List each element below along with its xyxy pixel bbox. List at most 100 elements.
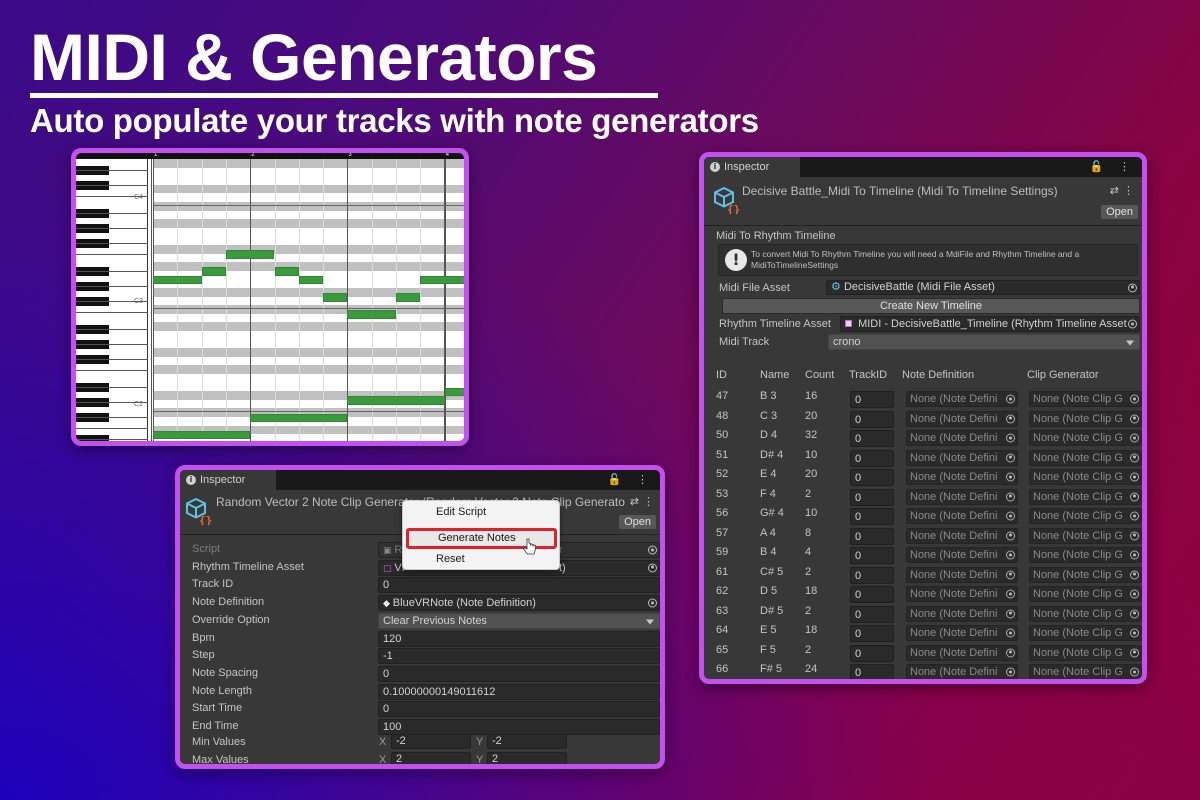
- midi-note[interactable]: [298, 275, 324, 285]
- object-picker-icon[interactable]: [1130, 453, 1139, 462]
- track-id-input[interactable]: 0: [850, 664, 894, 679]
- midi-note[interactable]: [153, 275, 202, 285]
- object-picker-icon[interactable]: [1128, 319, 1137, 329]
- midi-note[interactable]: [444, 387, 464, 397]
- object-picker-icon[interactable]: [1130, 433, 1139, 443]
- clip-generator-field[interactable]: None (Note Clip G: [1029, 508, 1142, 524]
- preset-and-menu-icons[interactable]: ⇄⋮: [630, 495, 658, 508]
- object-picker-icon[interactable]: [1130, 414, 1139, 423]
- note-length-input[interactable]: 0.10000000149011612: [378, 683, 660, 700]
- midi-note[interactable]: [225, 250, 275, 259]
- clip-generator-field[interactable]: None (Note Clip G: [1029, 410, 1142, 427]
- object-picker-icon[interactable]: [1006, 609, 1015, 618]
- track-id-input[interactable]: 0: [850, 586, 894, 603]
- end-time-input[interactable]: 100: [378, 719, 660, 735]
- clip-generator-field[interactable]: None (Note Clip G: [1029, 527, 1142, 544]
- object-picker-icon[interactable]: [1006, 628, 1015, 638]
- midi-note[interactable]: [201, 267, 226, 276]
- object-picker-icon[interactable]: [1130, 628, 1139, 638]
- object-picker-icon[interactable]: [1130, 531, 1139, 540]
- object-picker-icon[interactable]: [1006, 648, 1015, 657]
- midi-track-dropdown[interactable]: crono: [828, 334, 1140, 350]
- object-picker-icon[interactable]: [1006, 589, 1015, 599]
- preset-and-menu-icons[interactable]: ⇄⋮: [1110, 184, 1138, 197]
- track-id-input[interactable]: 0: [850, 410, 894, 428]
- object-picker-icon[interactable]: [1006, 667, 1015, 677]
- object-picker-icon[interactable]: [1130, 511, 1139, 521]
- min-x-input[interactable]: -2: [391, 734, 471, 749]
- object-picker-icon[interactable]: [648, 563, 657, 573]
- track-id-input[interactable]: 0: [850, 469, 894, 486]
- midi-note[interactable]: [274, 267, 299, 276]
- clip-generator-field[interactable]: None (Note Clip G: [1029, 391, 1142, 407]
- override-option-dropdown[interactable]: Clear Previous Notes: [378, 612, 660, 629]
- midi-note[interactable]: [323, 293, 348, 302]
- clip-generator-field[interactable]: None (Note Clip G: [1029, 488, 1142, 505]
- menu-item-edit-script[interactable]: Edit Script: [403, 502, 559, 522]
- open-button[interactable]: Open: [619, 515, 656, 529]
- note-definition-field[interactable]: None (Note Defini: [906, 391, 1018, 407]
- clip-generator-field[interactable]: None (Note Clip G: [1029, 644, 1142, 661]
- note-definition-field[interactable]: None (Note Defini: [906, 430, 1018, 446]
- object-picker-icon[interactable]: [648, 545, 657, 555]
- object-picker-icon[interactable]: [1130, 550, 1139, 560]
- note-definition-field[interactable]: None (Note Defini: [906, 547, 1018, 563]
- object-picker-icon[interactable]: [648, 598, 657, 608]
- object-picker-icon[interactable]: [1130, 648, 1139, 657]
- note-definition-field[interactable]: None (Note Defini: [906, 586, 1018, 602]
- note-definition-field[interactable]: None (Note Defini: [906, 566, 1018, 583]
- track-id-input[interactable]: 0: [850, 508, 894, 525]
- object-picker-icon[interactable]: [1130, 394, 1139, 404]
- track-id-input[interactable]: 0: [850, 566, 894, 584]
- note-definition-field[interactable]: None (Note Defini: [906, 625, 1018, 641]
- note-definition-field[interactable]: None (Note Defini: [906, 644, 1018, 661]
- inspector-tab[interactable]: i Inspector: [704, 157, 800, 177]
- track-id-input[interactable]: 0: [850, 430, 894, 447]
- midi-note[interactable]: [250, 413, 348, 423]
- object-picker-icon[interactable]: [1006, 550, 1015, 560]
- object-picker-icon[interactable]: [1006, 492, 1015, 501]
- midi-note[interactable]: [347, 310, 396, 319]
- track-id-input[interactable]: 0: [378, 577, 660, 594]
- lock-and-menu-icons[interactable]: 🔓 ⋮: [608, 473, 654, 486]
- midi-note[interactable]: [153, 430, 251, 440]
- object-picker-icon[interactable]: [1130, 570, 1139, 579]
- bpm-input[interactable]: 120: [378, 630, 660, 647]
- clip-generator-field[interactable]: None (Note Clip G: [1029, 430, 1142, 446]
- object-picker-icon[interactable]: [1006, 394, 1015, 404]
- note-definition-field[interactable]: None (Note Defini: [906, 410, 1018, 427]
- track-id-input[interactable]: 0: [850, 449, 894, 467]
- midi-note[interactable]: [420, 275, 464, 285]
- track-id-input[interactable]: 0: [850, 605, 894, 623]
- track-id-input[interactable]: 0: [850, 547, 894, 564]
- midi-file-field[interactable]: ⚙ DecisiveBattle (Midi File Asset): [826, 280, 1140, 295]
- note-definition-field[interactable]: None (Note Defini: [906, 508, 1018, 524]
- clip-generator-field[interactable]: None (Note Clip G: [1029, 586, 1142, 602]
- note-definition-field[interactable]: None (Note Defini: [906, 664, 1018, 679]
- step-input[interactable]: -1: [378, 648, 660, 665]
- object-picker-icon[interactable]: [1130, 609, 1139, 618]
- note-definition-field[interactable]: None (Note Defini: [906, 605, 1018, 622]
- clip-generator-field[interactable]: None (Note Clip G: [1029, 625, 1142, 641]
- open-button[interactable]: Open: [1101, 205, 1138, 219]
- create-new-timeline-button[interactable]: Create New Timeline: [722, 298, 1140, 314]
- note-spacing-input[interactable]: 0: [378, 665, 660, 682]
- note-definition-field[interactable]: None (Note Defini: [906, 527, 1018, 544]
- object-picker-icon[interactable]: [1006, 511, 1015, 521]
- object-picker-icon[interactable]: [1006, 531, 1015, 540]
- clip-generator-field[interactable]: None (Note Clip G: [1029, 449, 1142, 466]
- rhythm-timeline-field[interactable]: MIDI - DecisiveBattle_Timeline (Rhythm T…: [840, 316, 1140, 332]
- object-picker-icon[interactable]: [1006, 472, 1015, 482]
- clip-generator-field[interactable]: None (Note Clip G: [1029, 469, 1142, 485]
- clip-generator-field[interactable]: None (Note Clip G: [1029, 605, 1142, 622]
- midi-note[interactable]: [347, 396, 445, 405]
- min-y-input[interactable]: -2: [487, 734, 567, 749]
- note-definition-field[interactable]: ◆ BlueVRNote (Note Definition): [378, 595, 660, 612]
- clip-generator-field[interactable]: None (Note Clip G: [1029, 664, 1142, 679]
- note-definition-field[interactable]: None (Note Defini: [906, 449, 1018, 466]
- track-id-input[interactable]: 0: [850, 625, 894, 642]
- object-picker-icon[interactable]: [1006, 433, 1015, 443]
- track-id-input[interactable]: 0: [850, 527, 894, 545]
- object-picker-icon[interactable]: [1006, 453, 1015, 462]
- track-id-input[interactable]: 0: [850, 488, 894, 506]
